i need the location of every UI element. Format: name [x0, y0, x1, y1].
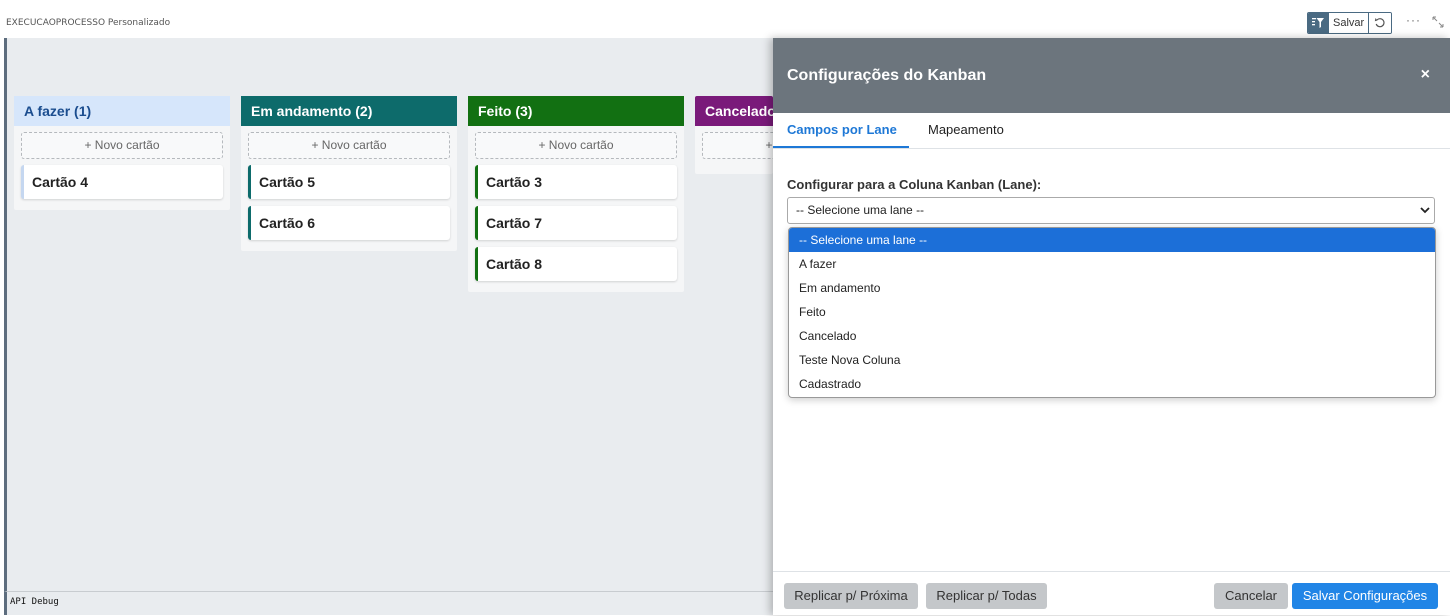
tab-bar: Campos por Lane Mapeamento: [773, 113, 1450, 149]
lane-em-andamento: Em andamento (2) + Novo cartão Cartão 5 …: [241, 96, 457, 251]
lane-feito: Feito (3) + Novo cartão Cartão 3 Cartão …: [468, 96, 684, 292]
kanban-card[interactable]: Cartão 5: [248, 165, 450, 199]
lane-dropdown-list: -- Selecione uma lane -- A fazer Em anda…: [788, 227, 1436, 398]
lane-cancelado: Cancelado + Novo cartão: [695, 96, 773, 174]
kanban-card[interactable]: Cartão 6: [248, 206, 450, 240]
lane-header[interactable]: Em andamento (2): [241, 96, 457, 126]
lane-header[interactable]: Cancelado: [695, 96, 773, 126]
chevron-down-icon: [1420, 207, 1430, 214]
more-options-icon[interactable]: ···: [1406, 13, 1421, 27]
lane-select[interactable]: -- Selecione uma lane --: [787, 197, 1435, 224]
dropdown-option[interactable]: Teste Nova Coluna: [789, 348, 1435, 372]
dropdown-option[interactable]: Feito: [789, 300, 1435, 324]
cancel-button[interactable]: Cancelar: [1214, 583, 1288, 609]
toolbar-group: Salvar: [1307, 12, 1393, 34]
top-bar: EXECUCAOPROCESSO Personalizado Salvar ··…: [0, 0, 1450, 38]
filter-button[interactable]: [1308, 13, 1328, 33]
dropdown-option[interactable]: Cadastrado: [789, 372, 1435, 396]
board-footer: [4, 591, 773, 615]
kanban-card[interactable]: Cartão 3: [475, 165, 677, 199]
dropdown-option[interactable]: Cancelado: [789, 324, 1435, 348]
new-card-button[interactable]: + Novo cartão: [702, 132, 773, 159]
replicate-all-button[interactable]: Replicar p/ Todas: [926, 583, 1047, 609]
replicate-next-button[interactable]: Replicar p/ Próxima: [784, 583, 918, 609]
tab-campos-por-lane[interactable]: Campos por Lane: [773, 113, 909, 148]
undo-button[interactable]: [1368, 13, 1392, 33]
tab-mapeamento[interactable]: Mapeamento: [928, 113, 1004, 148]
new-card-button[interactable]: + Novo cartão: [248, 132, 450, 159]
new-card-button[interactable]: + Novo cartão: [21, 132, 223, 159]
panel-title: Configurações do Kanban: [787, 67, 987, 84]
lane-a-fazer: A fazer (1) + Novo cartão Cartão 4: [14, 96, 230, 210]
new-card-button[interactable]: + Novo cartão: [475, 132, 677, 159]
lane-select-value: -- Selecione uma lane --: [796, 203, 925, 217]
expand-icon[interactable]: [1432, 15, 1444, 33]
dropdown-option[interactable]: -- Selecione uma lane --: [789, 228, 1435, 252]
lane-select-label: Configurar para a Coluna Kanban (Lane):: [787, 177, 1042, 192]
kanban-card[interactable]: Cartão 7: [475, 206, 677, 240]
save-settings-button[interactable]: Salvar Configurações: [1292, 583, 1438, 609]
lane-header[interactable]: A fazer (1): [14, 96, 230, 126]
lane-header[interactable]: Feito (3): [468, 96, 684, 126]
api-debug-label[interactable]: API Debug: [10, 597, 59, 607]
filter-icon: [1312, 18, 1324, 28]
close-icon[interactable]: ×: [1421, 66, 1430, 84]
panel-header: Configurações do Kanban ×: [773, 38, 1450, 113]
dropdown-option[interactable]: A fazer: [789, 252, 1435, 276]
undo-icon: [1374, 18, 1385, 28]
panel-footer: Replicar p/ Próxima Replicar p/ Todas Ca…: [773, 571, 1450, 616]
app-title: EXECUCAOPROCESSO Personalizado: [6, 18, 171, 28]
save-button[interactable]: Salvar: [1328, 13, 1369, 33]
kanban-card[interactable]: Cartão 8: [475, 247, 677, 281]
kanban-settings-panel: Configurações do Kanban × Campos por Lan…: [773, 38, 1450, 615]
dropdown-option[interactable]: Em andamento: [789, 276, 1435, 300]
kanban-card[interactable]: Cartão 4: [21, 165, 223, 199]
